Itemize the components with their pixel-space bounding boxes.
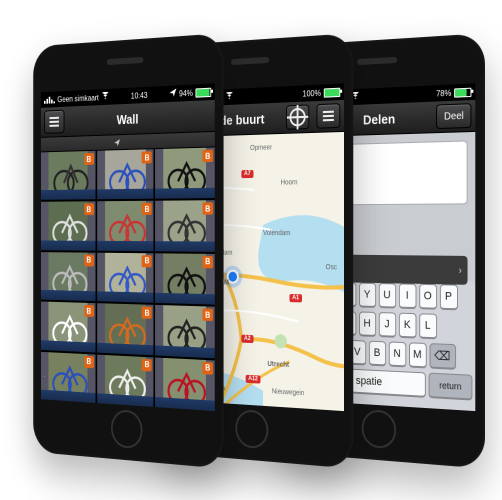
- wifi-icon: [101, 92, 109, 102]
- road-badge: A12: [246, 375, 261, 384]
- phone-wall: Geen simkaart 10:43 94% Wall: [33, 33, 223, 469]
- battery-label: 100%: [303, 88, 322, 98]
- key[interactable]: P: [439, 284, 457, 310]
- gallery-tile[interactable]: B: [41, 302, 95, 352]
- tile-badge-icon: B: [142, 203, 152, 215]
- tile-badge-icon: B: [202, 361, 213, 374]
- key[interactable]: L: [419, 313, 437, 339]
- key[interactable]: N: [388, 341, 405, 367]
- gallery-tile[interactable]: B: [155, 253, 214, 305]
- gallery-tile[interactable]: B: [97, 201, 154, 251]
- battery-label: 78%: [436, 88, 451, 98]
- battery-icon: [454, 87, 471, 97]
- page-title: Wall: [68, 109, 191, 129]
- tile-badge-icon: B: [202, 150, 213, 163]
- key[interactable]: Y: [359, 283, 376, 308]
- signal-icon: [44, 96, 55, 103]
- tile-badge-icon: B: [142, 358, 152, 371]
- tile-badge-icon: B: [84, 356, 94, 368]
- gallery-tile[interactable]: B: [97, 303, 154, 355]
- photo-grid[interactable]: B B B B B B B B B B B B B B B: [41, 147, 215, 411]
- key[interactable]: J: [378, 312, 395, 338]
- carrier-label: Geen simkaart: [57, 93, 98, 104]
- tile-badge-icon: B: [142, 255, 152, 267]
- location-arrow-icon: [170, 88, 177, 99]
- battery-icon: [195, 87, 211, 97]
- menu-button[interactable]: [44, 110, 64, 134]
- tile-badge-icon: B: [142, 151, 152, 163]
- wifi-icon: [225, 92, 234, 102]
- gallery-tile[interactable]: B: [41, 202, 95, 251]
- road-badge: A1: [290, 294, 302, 302]
- key[interactable]: K: [398, 313, 416, 339]
- road-badge: A2: [241, 335, 253, 343]
- tile-badge-icon: B: [84, 153, 94, 165]
- chevron-right-icon: ›: [459, 265, 462, 276]
- tile-badge-icon: B: [84, 254, 94, 266]
- current-location-dot: [227, 270, 239, 284]
- key-backspace[interactable]: ⌫: [429, 343, 456, 370]
- gallery-tile[interactable]: B: [41, 351, 95, 403]
- battery-icon: [324, 87, 341, 97]
- tile-badge-icon: B: [202, 256, 213, 269]
- tile-badge-icon: B: [202, 203, 213, 215]
- gallery-tile[interactable]: B: [155, 357, 214, 411]
- gallery-tile[interactable]: B: [155, 305, 214, 358]
- tile-badge-icon: B: [142, 307, 152, 319]
- tile-badge-icon: B: [202, 309, 213, 322]
- road-badge: A7: [241, 170, 253, 178]
- key[interactable]: B: [368, 341, 385, 367]
- key[interactable]: H: [359, 311, 376, 337]
- settings-button[interactable]: [316, 103, 340, 129]
- tile-badge-icon: B: [84, 204, 94, 216]
- tile-badge-icon: B: [84, 305, 94, 317]
- key-return[interactable]: return: [429, 373, 473, 401]
- screen-wall: Geen simkaart 10:43 94% Wall: [41, 83, 215, 411]
- gallery-tile[interactable]: B: [97, 149, 154, 199]
- gallery-tile[interactable]: B: [97, 354, 154, 407]
- gallery-tile[interactable]: B: [41, 252, 95, 301]
- share-button[interactable]: Deel: [437, 103, 472, 129]
- locate-button[interactable]: [286, 104, 309, 129]
- gallery-tile[interactable]: B: [155, 147, 214, 199]
- time-label: 10:43: [131, 90, 148, 100]
- key[interactable]: M: [409, 342, 427, 368]
- gallery-tile[interactable]: B: [97, 252, 154, 303]
- key[interactable]: U: [378, 283, 395, 309]
- battery-label: 94%: [179, 88, 193, 98]
- key[interactable]: O: [419, 284, 437, 310]
- gallery-tile[interactable]: B: [41, 151, 95, 200]
- gallery-tile[interactable]: B: [155, 201, 214, 252]
- key[interactable]: I: [398, 283, 416, 309]
